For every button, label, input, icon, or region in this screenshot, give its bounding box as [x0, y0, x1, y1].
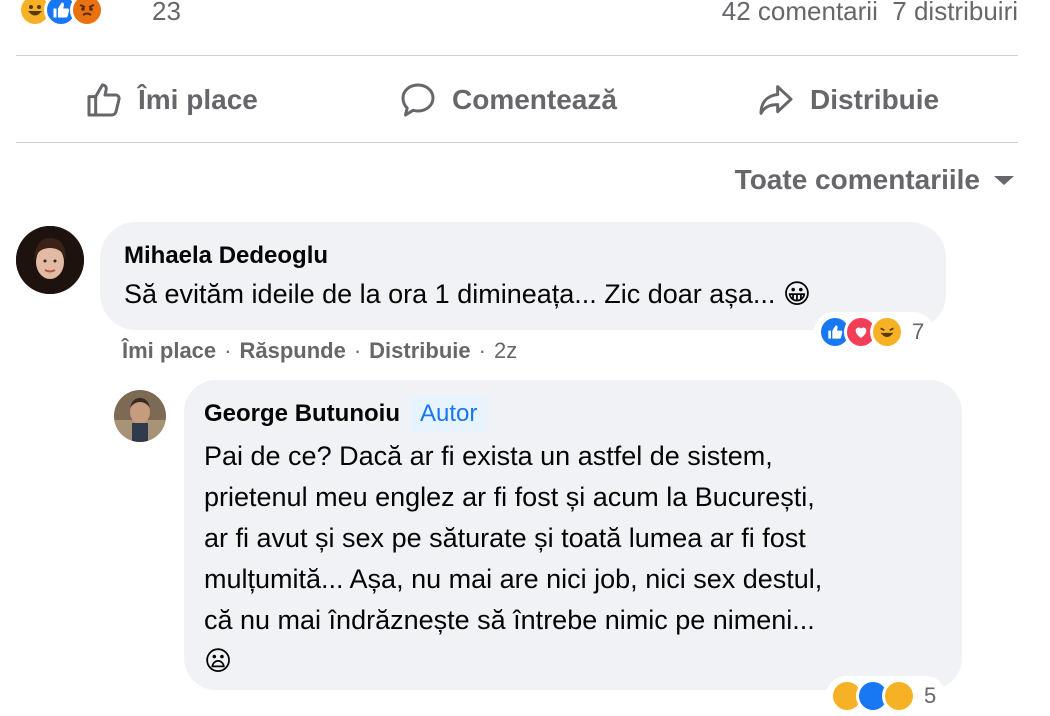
- reaction-summary[interactable]: [18, 0, 104, 30]
- comment-button-label: Comentează: [452, 84, 617, 115]
- reply-line: mulțumită... Așa, nu mai are nici job, n…: [204, 564, 823, 594]
- caret-down-icon: [994, 175, 1014, 185]
- reply-bubble: George Butunoiu Autor Pai de ce? Dacă ar…: [184, 380, 962, 690]
- share-button[interactable]: Distribuie: [756, 72, 939, 128]
- separator-dot: ·: [478, 338, 486, 363]
- comment-author[interactable]: Mihaela Dedeoglu: [124, 242, 328, 270]
- comment-like-link[interactable]: Îmi place: [122, 338, 216, 364]
- like-button-label: Îmi place: [138, 84, 258, 115]
- comment-button[interactable]: Comentează: [398, 72, 617, 128]
- reply-line: prietenul meu englez ar fi fost și acum …: [204, 482, 815, 512]
- comment-reactions[interactable]: 7: [814, 312, 935, 352]
- reply-line: 😦: [204, 646, 233, 676]
- reactions-count: 5: [924, 683, 937, 708]
- reactions-count: 7: [912, 319, 925, 344]
- haha-reaction-icon: [870, 315, 904, 349]
- separator-dot: ·: [224, 338, 232, 363]
- reply-text: Pai de ce? Dacă ar fi exista un astfel d…: [204, 436, 944, 682]
- angry-reaction-icon: [70, 0, 104, 27]
- like-button[interactable]: Îmi place: [84, 72, 258, 128]
- divider: [16, 142, 1018, 143]
- separator-dot: ·: [353, 338, 362, 363]
- comment-actions: Îmi place · Răspunde · Distribuie · 2z: [122, 338, 517, 364]
- comment-reply-link[interactable]: Răspunde: [239, 338, 345, 364]
- comment-bubble-icon: [401, 83, 435, 117]
- reply-reactions[interactable]: 5: [826, 676, 947, 716]
- share-arrow-icon: [759, 85, 793, 115]
- divider: [16, 55, 1018, 56]
- avatar-george[interactable]: [114, 390, 166, 442]
- thumbs-up-icon: [87, 83, 121, 117]
- comment-timestamp[interactable]: 2z: [494, 338, 517, 364]
- comment-bubble: Mihaela Dedeoglu Să evităm ideile de la …: [100, 222, 946, 330]
- comments-shares-count[interactable]: 42 comentarii 7 distribuiri: [722, 0, 1018, 27]
- comment-share-link[interactable]: Distribuie: [369, 338, 470, 364]
- author-badge: Autor: [409, 396, 488, 432]
- avatar-mihaela[interactable]: [16, 226, 84, 294]
- reply-header: George Butunoiu Autor: [204, 396, 488, 432]
- sort-label: Toate comentariile: [734, 164, 980, 195]
- reply-line: Pai de ce? Dacă ar fi exista un astfel d…: [204, 441, 773, 471]
- reply-author[interactable]: George Butunoiu: [204, 400, 400, 428]
- reply-line: ar fi avut și sex pe săturate și toată l…: [204, 523, 806, 553]
- comment-sort-dropdown[interactable]: Toate comentariile: [735, 164, 1014, 196]
- comment-text: Să evităm ideile de la ora 1 dimineața..…: [124, 279, 811, 309]
- share-button-label: Distribuie: [810, 84, 940, 115]
- wow-reaction-icon: [882, 679, 916, 713]
- reply-line: că nu mai îndrăznește să întrebe nimic p…: [204, 605, 815, 635]
- reactions-count[interactable]: 23: [152, 0, 181, 27]
